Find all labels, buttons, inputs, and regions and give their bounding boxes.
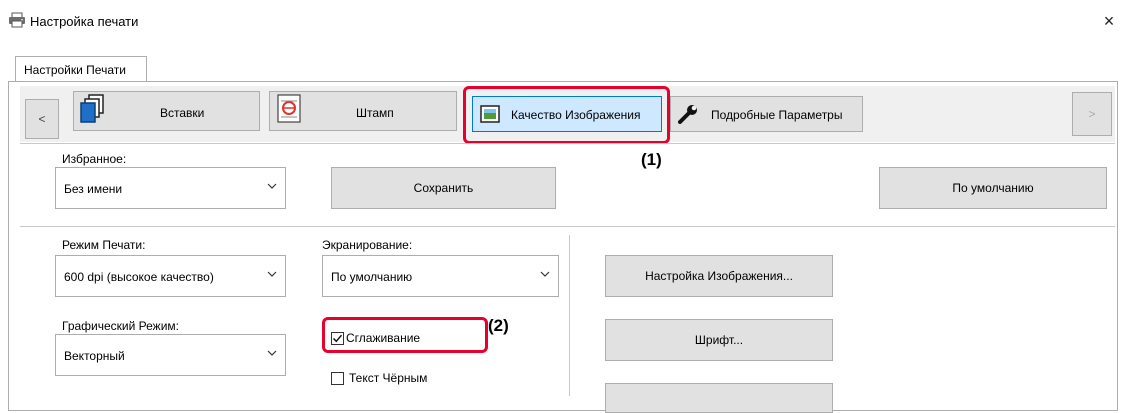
- screening-value: По умолчанию: [331, 270, 413, 284]
- favorites-select[interactable]: Без имени: [55, 167, 286, 209]
- scroll-left-button[interactable]: <: [25, 99, 59, 139]
- sheet-tab-advanced[interactable]: Подробные Параметры: [670, 96, 863, 132]
- favorites-value: Без имени: [64, 182, 123, 196]
- callout-2: (2): [488, 316, 509, 335]
- printer-icon: [8, 12, 26, 28]
- stamp-icon: [277, 94, 301, 127]
- text-black-label: Текст Чёрным: [349, 371, 428, 385]
- title-bar: [0, 0, 1125, 40]
- default-button[interactable]: По умолчанию: [879, 167, 1107, 209]
- sheet-tab-stamp-label: Штамп: [356, 106, 394, 120]
- sheet-tab-advanced-label: Подробные Параметры: [711, 108, 843, 122]
- favorites-label: Избранное:: [62, 152, 127, 166]
- scroll-right-button[interactable]: >: [1072, 92, 1112, 136]
- divider-vertical: [569, 235, 570, 396]
- chevron-down-icon: [267, 347, 277, 361]
- print-mode-select[interactable]: 600 dpi (высокое качество): [55, 255, 286, 297]
- sheet-tab-inserts-label: Вставки: [160, 106, 205, 120]
- sheet-tab-stamp[interactable]: Штамп: [269, 91, 457, 131]
- graphics-mode-value: Векторный: [64, 349, 125, 363]
- highlight-box-2: [322, 317, 488, 353]
- screening-select[interactable]: По умолчанию: [322, 255, 559, 297]
- text-black-checkbox[interactable]: [331, 372, 344, 385]
- graphics-mode-select[interactable]: Векторный: [55, 334, 286, 376]
- additional-button[interactable]: [605, 383, 833, 413]
- tab-print-settings[interactable]: Настройки Печати: [15, 56, 147, 82]
- divider-top: [20, 143, 1115, 144]
- divider-middle: [20, 226, 1115, 227]
- pages-stack-icon: [80, 94, 106, 127]
- close-button[interactable]: ×: [1098, 10, 1120, 32]
- print-mode-label: Режим Печати:: [62, 238, 146, 252]
- font-button[interactable]: Шрифт...: [605, 319, 833, 361]
- screening-label: Экранирование:: [322, 238, 413, 252]
- callout-1: (1): [641, 150, 662, 169]
- print-mode-value: 600 dpi (высокое качество): [64, 270, 214, 284]
- image-settings-button[interactable]: Настройка Изображения...: [605, 255, 833, 297]
- highlight-box-1: [463, 86, 670, 144]
- chevron-down-icon: [267, 268, 277, 282]
- save-button[interactable]: Сохранить: [331, 167, 556, 209]
- graphics-mode-label: Графический Режим:: [62, 319, 179, 333]
- wrench-icon: [677, 103, 699, 128]
- sheet-tab-inserts[interactable]: Вставки: [73, 91, 260, 131]
- chevron-down-icon: [267, 180, 277, 194]
- chevron-down-icon: [540, 268, 550, 282]
- window-title: Настройка печати: [30, 14, 139, 29]
